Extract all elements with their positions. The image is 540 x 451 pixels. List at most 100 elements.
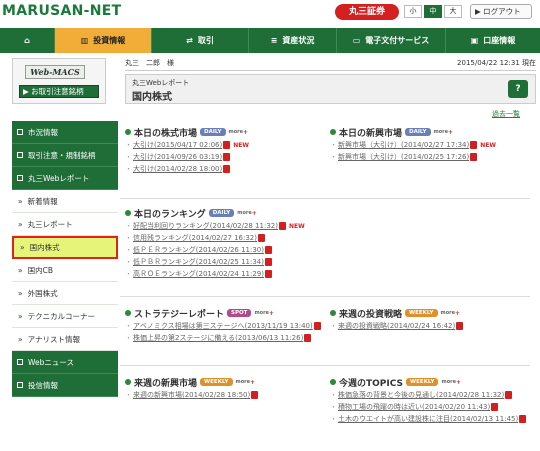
pdf-icon	[456, 322, 464, 330]
more-link[interactable]: more	[441, 379, 461, 386]
more-link[interactable]: more	[236, 379, 256, 386]
list-item[interactable]: アベノミクス相場は第三ステージへ(2013/11/19 13:40)	[125, 320, 321, 332]
logout-button[interactable]: ▶ ログアウト	[470, 4, 532, 19]
nav-investment-info[interactable]: ▥ 投資情報	[55, 28, 152, 53]
sidebar-label: Webニュース	[28, 357, 74, 367]
webmacs-logo[interactable]: Web-MACS	[25, 65, 85, 79]
sidebar-label: 国内CB	[27, 265, 53, 275]
list-item[interactable]: 大引け(2015/04/17 02:06)NEW	[125, 139, 321, 151]
sidebar-item-caution[interactable]: 取引注意・規制銘柄	[12, 144, 118, 167]
nav-home[interactable]: ⌂	[0, 28, 55, 53]
bullet-icon	[330, 129, 336, 135]
section-ranking: 本日のランキングDAILYmore 好配当利回りランキング(2014/02/28…	[125, 206, 321, 280]
list-item[interactable]: 来週の投資戦略(2014/02/24 16:42)	[330, 320, 526, 332]
user-bar: 丸三 二郎 様 2015/04/22 12:31 現在	[125, 58, 536, 71]
more-link[interactable]: more	[434, 129, 454, 136]
more-link[interactable]: more	[229, 129, 249, 136]
section-strategy: ストラテジーレポートSPOTmore アベノミクス相場は第三ステージへ(2013…	[125, 306, 321, 344]
pdf-icon	[265, 258, 272, 266]
nav-label: 口座情報	[483, 36, 516, 45]
sidebar-item-webreport[interactable]: 丸三Webレポート	[12, 167, 118, 190]
pdf-icon	[279, 222, 286, 230]
pdf-icon	[313, 322, 321, 330]
list-item[interactable]: 来週の新興市場(2014/02/28 18:50)	[125, 389, 321, 401]
caution-label: お取引注意銘柄	[31, 87, 84, 96]
spot-tag: SPOT	[227, 309, 252, 317]
daily-tag: DAILY	[200, 128, 226, 136]
sidebar-label: 外国株式	[27, 288, 58, 298]
nav-account[interactable]: ▣ 口座情報	[446, 28, 540, 53]
pdf-icon	[519, 415, 527, 423]
pdf-icon	[470, 141, 478, 149]
sidebar-item-webnews[interactable]: Webニュース	[12, 351, 118, 374]
font-size-small-button[interactable]: 小	[404, 5, 422, 18]
section-title: 今週のTOPICS	[339, 378, 403, 389]
brand-badge: 丸三証券	[335, 4, 399, 20]
list-item[interactable]: 株価急落の背景と今後の見通し(2014/02/28 11:32)	[330, 389, 526, 401]
bullet-icon	[125, 210, 131, 216]
nav-trade[interactable]: ⇄ 取引	[152, 28, 249, 53]
more-link[interactable]: more	[441, 310, 461, 317]
new-badge: NEW	[233, 142, 249, 149]
logout-icon: ▶	[475, 7, 484, 16]
bullet-icon	[125, 129, 131, 135]
grid-icon	[17, 175, 23, 181]
caution-stocks-button[interactable]: ▶ お取引注意銘柄	[19, 85, 99, 98]
font-size-medium-button[interactable]: 中	[424, 5, 442, 18]
section-market: 本日の株式市場DAILYmore 大引け(2015/04/17 02:06)NE…	[125, 125, 321, 175]
list-item[interactable]: 高ＲＯＥランキング(2014/02/24 11:29)	[125, 268, 321, 280]
list-item[interactable]: 信用残ランキング(2014/02/27 16:32)	[125, 232, 321, 244]
divider	[120, 365, 530, 366]
list-item[interactable]: 土木のウエイトが高い建設株に注目(2014/02/13 11:45)	[330, 413, 527, 425]
nav-label: 電子文付サービス	[365, 36, 430, 45]
section-title: 来週の投資戦略	[339, 309, 403, 320]
help-button[interactable]: ?	[508, 80, 528, 98]
past-list-link[interactable]: 過去一覧	[492, 109, 520, 119]
list-item[interactable]: 新興市場（大引け）(2014/02/27 17:34)NEW	[330, 139, 526, 151]
font-size-large-button[interactable]: 大	[444, 5, 462, 18]
grid-icon	[17, 152, 23, 158]
sidebar-item-domestic-stocks[interactable]: » 国内株式	[12, 236, 118, 259]
pdf-icon	[265, 270, 272, 278]
sidebar-item-analyst[interactable]: » アナリスト情報	[12, 328, 118, 351]
sidebar-label: 取引注意・規制銘柄	[28, 150, 96, 160]
sidebar-item-foreign-stocks[interactable]: » 外国株式	[12, 282, 118, 305]
sidebar-item-market[interactable]: 市況情報	[12, 121, 118, 144]
sidebar-item-marusan-report[interactable]: » 丸三レポート	[12, 213, 118, 236]
list-item[interactable]: 低ＰＢＲランキング(2014/02/25 11:34)	[125, 256, 321, 268]
bullet-icon	[125, 379, 131, 385]
section-newmarket: 本日の新興市場DAILYmore 新興市場（大引け）(2014/02/27 17…	[330, 125, 526, 163]
more-link[interactable]: more	[237, 210, 257, 217]
list-item[interactable]: 大引け(2014/09/26 03:19)	[125, 151, 321, 163]
sidebar-label: テクニカルコーナー	[27, 311, 95, 321]
sidebar-label: アナリスト情報	[27, 334, 80, 344]
section-title: 本日の株式市場	[134, 128, 198, 139]
user-name: 丸三 二郎 様	[125, 59, 174, 67]
list-item[interactable]: 低ＰＥＲランキング(2014/02/26 11:30)	[125, 244, 321, 256]
more-link[interactable]: more	[254, 310, 274, 317]
weekly-tag: WEEKLY	[405, 309, 438, 317]
chevron-icon: »	[18, 311, 23, 321]
sidebar-label: 丸三レポート	[27, 219, 73, 229]
sidebar-item-technical[interactable]: » テクニカルコーナー	[12, 305, 118, 328]
list-item[interactable]: 株価上昇の第2ステージに備える(2013/06/13 11:26)	[125, 332, 321, 344]
list-item[interactable]: 新興市場（大引け）(2014/02/25 17:26)	[330, 151, 526, 163]
main-nav: ⌂ ▥ 投資情報 ⇄ 取引 ≡ 資産状況 ▭ 電子文付サービス ▣ 口座情報	[0, 28, 540, 53]
nav-label: 資産状況	[282, 36, 315, 45]
daily-tag: DAILY	[208, 209, 235, 217]
sidebar-label: 投信情報	[28, 380, 58, 390]
section-title: 来週の新興市場	[134, 378, 198, 389]
site-logo[interactable]: MARUSAN-NET	[2, 3, 122, 19]
sidebar-item-new[interactable]: » 新着情報	[12, 190, 118, 213]
nav-assets[interactable]: ≡ 資産状況	[249, 28, 337, 53]
section-topics: 今週のTOPICSWEEKLYmore 株価急落の背景と今後の見通し(2014/…	[330, 375, 527, 425]
sidebar-item-funds[interactable]: 投信情報	[12, 374, 118, 397]
nav-e-documents[interactable]: ▭ 電子文付サービス	[337, 28, 446, 53]
list-item[interactable]: 好配当利回りランキング(2014/02/28 11:32)NEW	[125, 220, 321, 232]
list-item[interactable]: 積物工場の飛躍の時は近い(2014/02/20 11:43)	[330, 401, 526, 413]
database-icon: ≡	[270, 36, 278, 45]
section-nextweek: 来週の投資戦略WEEKLYmore 来週の投資戦略(2014/02/24 16:…	[330, 306, 526, 332]
divider	[120, 296, 530, 297]
list-item[interactable]: 大引け(2014/02/28 18:00)	[125, 163, 321, 175]
sidebar-item-domestic-cb[interactable]: » 国内CB	[12, 259, 118, 282]
